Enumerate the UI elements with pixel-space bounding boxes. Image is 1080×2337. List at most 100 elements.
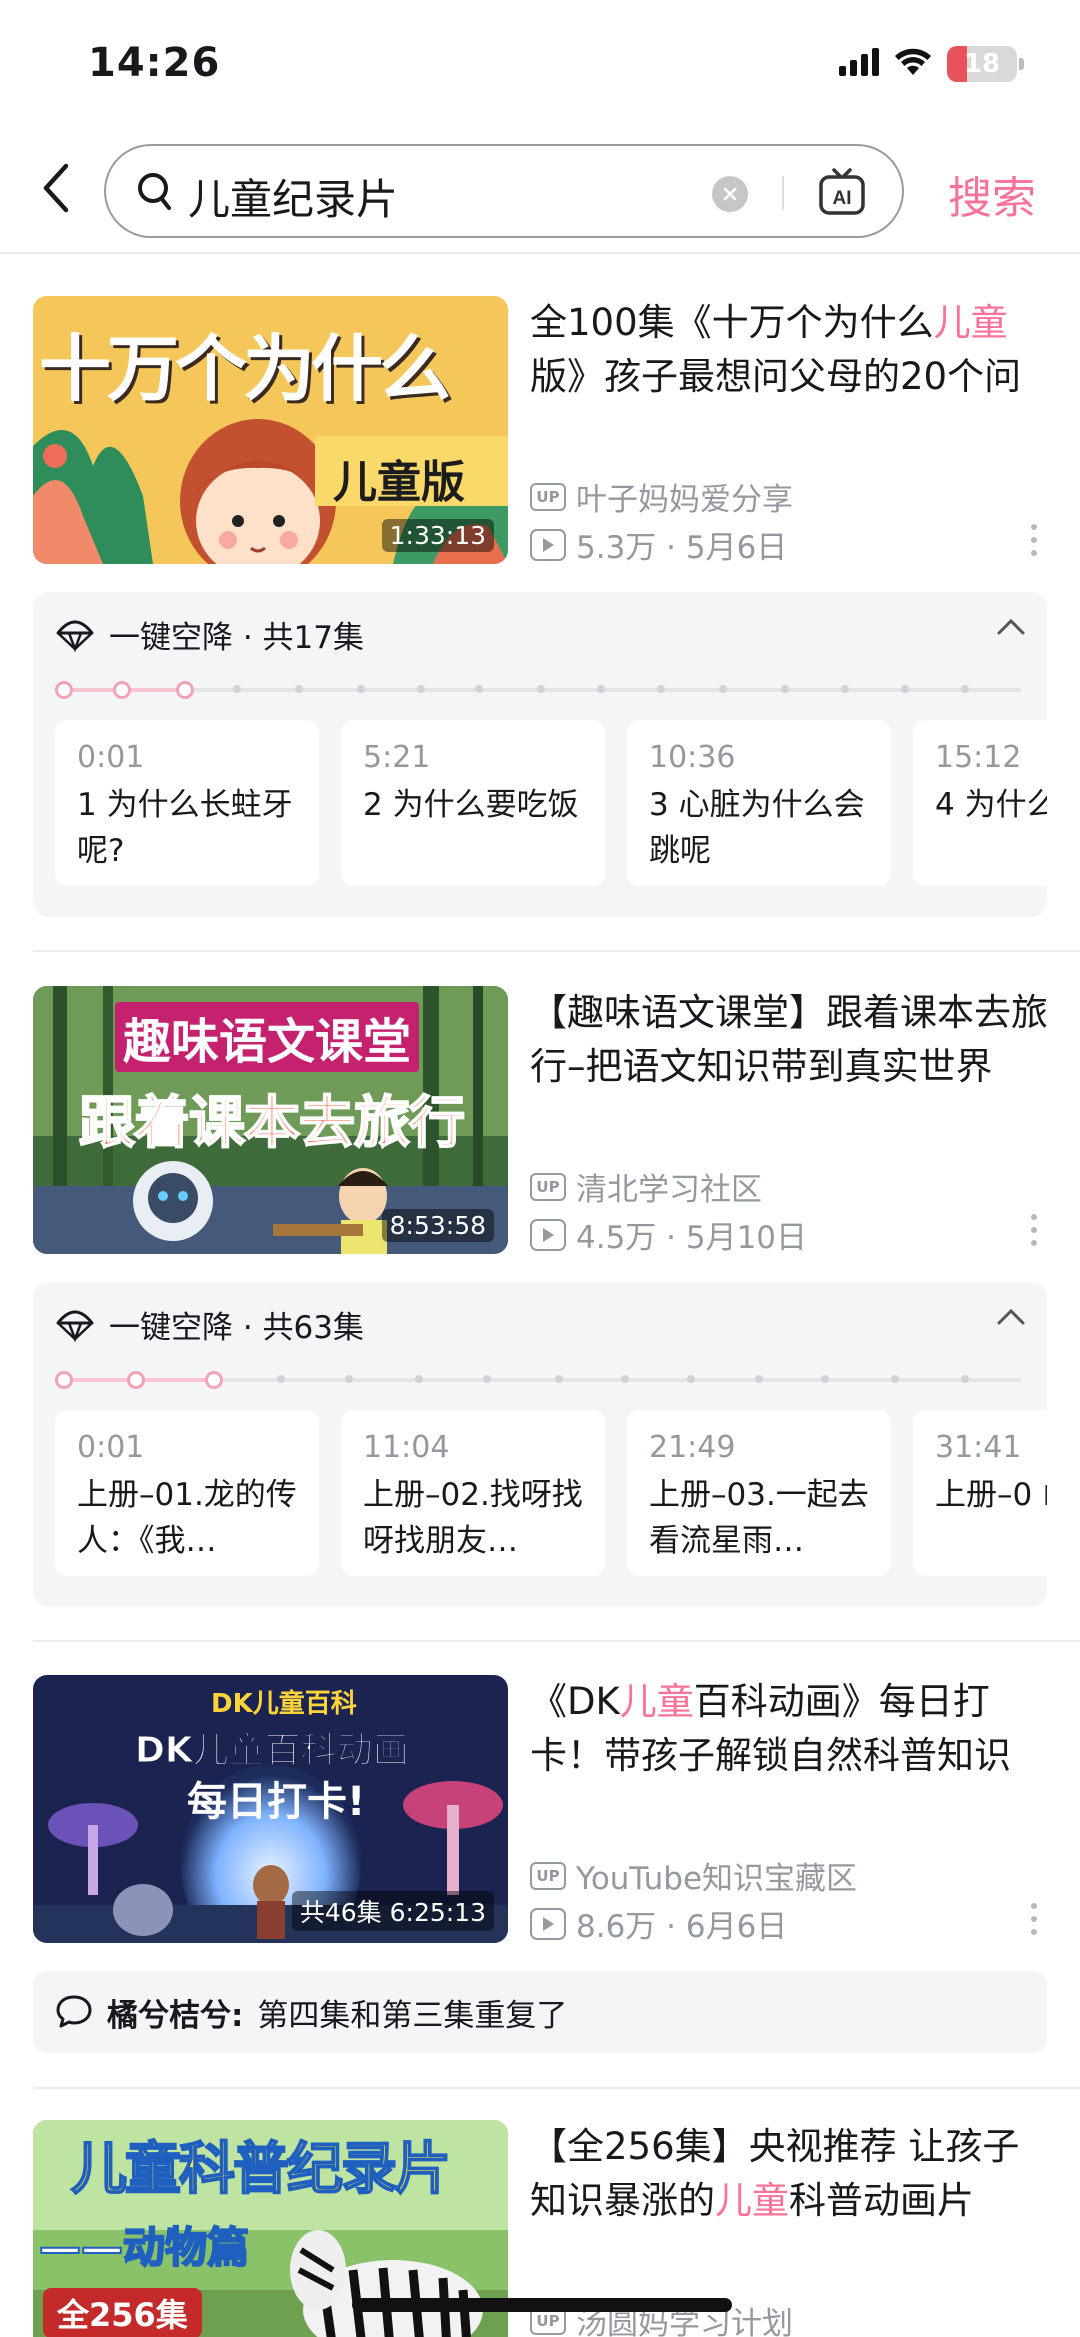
search-icon: [136, 170, 176, 218]
episode-item[interactable]: 15:12 4 为什么烧呢: [913, 720, 1047, 886]
episode-item[interactable]: 10:36 3 心脏为什么会跳呢: [627, 720, 891, 886]
episode-title: 1 为什么长蛀牙呢?: [77, 787, 293, 869]
episode-title: 上册–02.找呀找呀找朋友…: [363, 1477, 583, 1559]
more-options-icon[interactable]: [1030, 524, 1038, 556]
episode-time: 15:12: [935, 740, 1022, 775]
episode-progress-track[interactable]: [55, 1371, 1021, 1389]
uploader-name: 叶子妈妈爱分享: [576, 482, 793, 518]
thumbnail-brand-text: DK儿童百科: [211, 1689, 357, 1719]
episode-time: 31:41: [935, 1430, 1022, 1465]
video-thumbnail[interactable]: 十万个为什么 儿童版 1:33:13: [33, 296, 508, 564]
episode-item[interactable]: 31:41 上册–0 山里的: [913, 1410, 1047, 1576]
comment-icon: [56, 1995, 92, 2028]
comment-author: 橘兮桔兮:: [107, 1997, 244, 2034]
search-divider: [782, 176, 784, 210]
uploader-name: 清北学习社区: [576, 1172, 762, 1208]
thumbnail-badge-text: 全256集: [43, 2288, 202, 2337]
up-badge-icon: UP: [530, 482, 566, 511]
battery-cap: [1019, 58, 1024, 70]
play-count-icon: [530, 528, 566, 561]
play-count-icon: [530, 1218, 566, 1251]
thumbnail-title-text: 趣味语文课堂: [115, 1002, 420, 1072]
uploader-row[interactable]: UP 清北学习社区: [530, 1164, 762, 1209]
episode-item[interactable]: 21:49 上册–03.一起去看流星雨…: [627, 1410, 891, 1576]
play-count-icon: [530, 1907, 566, 1940]
status-time: 14:26: [88, 40, 221, 86]
episode-time: 0:01: [77, 1430, 145, 1465]
episode-title: 上册–01.龙的传人：《我…: [77, 1477, 297, 1559]
result-separator: [33, 950, 1080, 952]
episode-panel: 一键空降 · 共17集 0:01 1 为什么长蛀牙呢? 5:21 2 为什么要吃…: [33, 592, 1047, 917]
thumbnail-subtitle-text: 跟着课本去旅行: [78, 1090, 466, 1157]
episode-panel-header[interactable]: 一键空降 · 共17集: [55, 612, 364, 657]
ai-tv-icon[interactable]: AI: [818, 164, 866, 224]
search-query-text: 儿童纪录片: [188, 175, 399, 224]
stats-row: 8.6万 · 6月6日: [530, 1901, 787, 1946]
parachute-icon: [56, 620, 94, 653]
video-title[interactable]: 《DK儿童百科动画》每日打卡！带孩子解锁自然科普知识: [530, 1675, 1050, 1783]
title-highlight: 儿童: [619, 1680, 694, 1723]
episode-item[interactable]: 0:01 上册–01.龙的传人：《我…: [55, 1410, 319, 1576]
title-highlight: 儿童: [933, 301, 1008, 344]
result-card-1[interactable]: 十万个为什么 儿童版 1:33:13 全100集《十万个为什么儿童版》孩子最想问…: [0, 296, 1080, 956]
more-options-icon[interactable]: [1030, 1214, 1038, 1246]
signal-icon: [839, 48, 879, 80]
battery-icon: 18: [947, 46, 1017, 82]
clear-icon[interactable]: [712, 176, 748, 212]
thumbnail-subtitle-text: 每日打卡!: [187, 1779, 366, 1825]
episode-panel-title: 一键空降 · 共63集: [109, 1310, 365, 1346]
search-header: 儿童纪录片 AI 搜索: [0, 130, 1080, 254]
uploader-row[interactable]: UP 叶子妈妈爱分享: [530, 474, 793, 519]
episode-item[interactable]: 11:04 上册–02.找呀找呀找朋友…: [341, 1410, 605, 1576]
uploader-row[interactable]: UP YouTube知识宝藏区: [530, 1853, 857, 1898]
episode-list: 0:01 上册–01.龙的传人：《我… 11:04 上册–02.找呀找呀找朋友……: [55, 1410, 1047, 1576]
stats-row: 5.3万 · 5月6日: [530, 522, 787, 567]
result-card-3[interactable]: DK儿童百科 《DK儿童百科动画》 每日打卡! 共46集 6:25:13 《DK…: [0, 1675, 1080, 2055]
home-indicator[interactable]: [352, 2298, 732, 2312]
episode-time: 0:01: [77, 740, 145, 775]
video-title[interactable]: 全100集《十万个为什么儿童版》孩子最想问父母的20个问题: [530, 296, 1050, 404]
video-duration: 共46集 6:25:13: [291, 1891, 494, 1931]
episode-time: 11:04: [363, 1430, 450, 1465]
chevron-up-icon[interactable]: [997, 1308, 1025, 1330]
top-comment[interactable]: 橘兮桔兮: 第四集和第三集重复了: [33, 1971, 1047, 2053]
view-stats: 5.3万 · 5月6日: [576, 530, 788, 566]
chevron-up-icon[interactable]: [997, 618, 1025, 640]
episode-panel: 一键空降 · 共63集 0:01 上册–01.龙的传人：《我… 11:04 上册…: [33, 1282, 1047, 1607]
wifi-icon: [893, 47, 933, 81]
view-stats: 4.5万 · 5月10日: [576, 1220, 808, 1256]
search-input[interactable]: 儿童纪录片 AI: [104, 144, 904, 238]
back-button[interactable]: [30, 158, 80, 218]
more-options-icon[interactable]: [1030, 1903, 1038, 1935]
result-card-2[interactable]: 趣味语文课堂 跟着课本去旅行 8:53:58 【趣味语文课堂】跟着课本去旅行–把…: [0, 986, 1080, 1611]
search-button[interactable]: 搜索: [948, 162, 1036, 226]
video-thumbnail[interactable]: 趣味语文课堂 跟着课本去旅行 8:53:58: [33, 986, 508, 1254]
video-duration: 1:33:13: [381, 519, 494, 552]
chevron-left-icon: [43, 163, 69, 213]
episode-time: 5:21: [363, 740, 431, 775]
status-bar: 14:26 18: [0, 0, 1080, 130]
result-separator: [33, 2087, 1080, 2089]
episode-time: 21:49: [649, 1430, 736, 1465]
svg-text:AI: AI: [833, 188, 852, 209]
video-title[interactable]: 【趣味语文课堂】跟着课本去旅行–把语文知识带到真实世界: [530, 986, 1050, 1094]
thumbnail-subtitle-text: 儿童版: [333, 457, 465, 508]
episode-progress-track[interactable]: [55, 681, 1021, 699]
episode-title: 上册–03.一起去看流星雨…: [649, 1477, 869, 1559]
episode-title: 4 为什么烧呢: [935, 787, 1047, 823]
episode-item[interactable]: 5:21 2 为什么要吃饭: [341, 720, 605, 886]
episode-item[interactable]: 0:01 1 为什么长蛀牙呢?: [55, 720, 319, 886]
title-highlight: 儿童: [715, 2179, 789, 2222]
episode-panel-header[interactable]: 一键空降 · 共63集: [55, 1302, 364, 1347]
episode-title: 3 心脏为什么会跳呢: [649, 787, 865, 869]
video-duration: 8:53:58: [381, 1209, 494, 1242]
thumbnail-subtitle-text: ——动物篇: [38, 2222, 250, 2273]
video-thumbnail[interactable]: DK儿童百科 《DK儿童百科动画》 每日打卡! 共46集 6:25:13: [33, 1675, 508, 1943]
up-badge-icon: UP: [530, 1172, 566, 1201]
video-title[interactable]: 【全256集】央视推荐 让孩子知识暴涨的儿童科普动画片: [530, 2120, 1050, 2228]
episode-list: 0:01 1 为什么长蛀牙呢? 5:21 2 为什么要吃饭 10:36 3 心脏…: [55, 720, 1047, 886]
thumbnail-title-text: 儿童科普纪录片: [70, 2136, 452, 2203]
status-icons: 18: [839, 46, 1024, 82]
result-separator: [33, 1640, 1080, 1642]
view-stats: 8.6万 · 6月6日: [576, 1909, 788, 1945]
